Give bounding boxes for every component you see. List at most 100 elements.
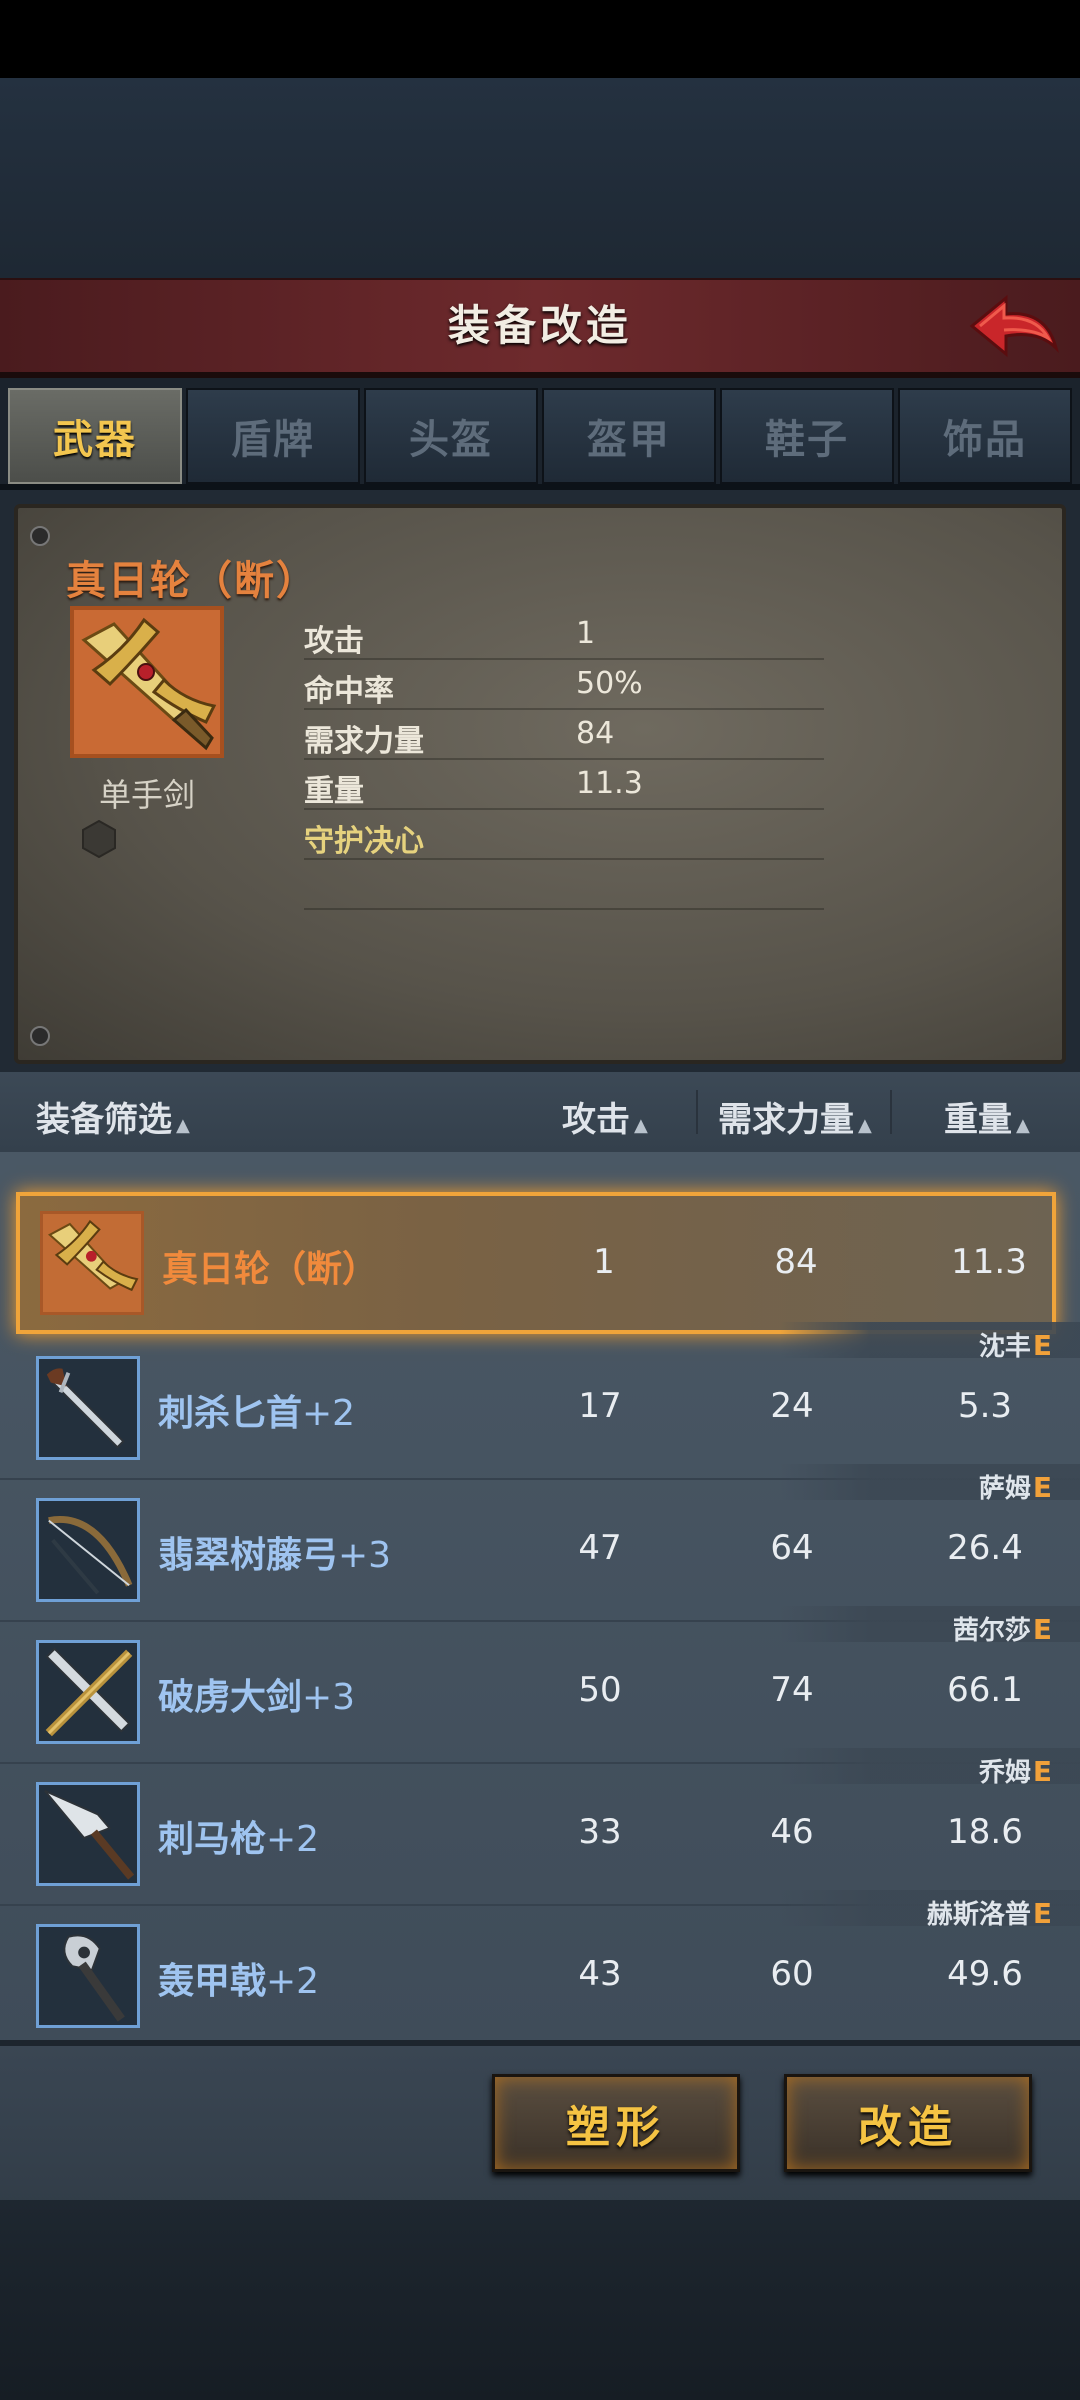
row-name-text: 破虏大剑: [158, 1677, 303, 1718]
tab-shoes[interactable]: 鞋子: [720, 388, 894, 484]
greatsword-icon: [45, 1647, 133, 1737]
row-strength: 60: [770, 1954, 814, 1994]
grade-badge: E: [1032, 1471, 1052, 1504]
upgrade-level: +2: [266, 1819, 320, 1860]
item-name: 真日轮（断）: [66, 558, 318, 604]
row-strength: 74: [770, 1670, 814, 1710]
stat-label: 攻击: [304, 624, 364, 659]
row-attack: 17: [578, 1386, 622, 1426]
weight-header-label: 重量: [944, 1100, 1012, 1140]
page-title: 装备改造: [447, 301, 632, 350]
owner-name: 萨姆: [978, 1474, 1031, 1504]
upgrade-level: +3: [338, 1535, 392, 1576]
grade-badge: E: [1032, 1755, 1052, 1788]
tab-accessory[interactable]: 饰品: [898, 388, 1072, 484]
row-attack: 43: [578, 1954, 622, 1994]
row-attack: 1: [593, 1242, 615, 1282]
list-item[interactable]: 茜尔莎E 破虏大剑+3 50 74 66.1: [0, 1606, 1080, 1764]
item-icon: [70, 606, 224, 758]
row-name: 刺杀匕首+2: [158, 1384, 355, 1436]
title-bar: 装备改造: [0, 278, 1080, 378]
stat-label: 重量: [304, 774, 364, 809]
stat-row-skill: 守护决心: [304, 808, 824, 860]
row-icon: [36, 1356, 140, 1460]
top-background: [0, 78, 1080, 278]
category-tabs: 武器 盾牌 头盔 盔甲 鞋子 饰品: [8, 388, 1072, 484]
row-icon: [40, 1211, 144, 1315]
back-arrow-icon: [969, 294, 1059, 358]
stat-row-weight: 重量 11.3: [304, 758, 824, 810]
owner-label: 乔姆E: [979, 1752, 1052, 1789]
row-weight: 5.3: [957, 1386, 1013, 1426]
rivet-icon: [30, 526, 50, 546]
modify-button[interactable]: 改造: [784, 2074, 1032, 2172]
sort-triangle-icon: ▲: [858, 1115, 872, 1136]
row-weight: 49.6: [947, 1954, 1023, 1994]
rivet-icon: [30, 1026, 50, 1046]
weight-sort-button[interactable]: 重量 ▲: [944, 1092, 1030, 1141]
list-item[interactable]: 赫斯洛普E 轰甲戟+2 43 60 49.6: [0, 1890, 1080, 2048]
item-type: 单手剑: [98, 776, 195, 814]
row-weight: 18.6: [947, 1812, 1023, 1852]
row-strength: 64: [770, 1528, 814, 1568]
row-name: 刺马枪+2: [158, 1810, 319, 1862]
row-name-text: 刺马枪: [158, 1819, 267, 1860]
tab-label: 武器: [53, 417, 137, 463]
tab-armor[interactable]: 盔甲: [542, 388, 716, 484]
tab-shield[interactable]: 盾牌: [186, 388, 360, 484]
owner-name: 茜尔莎: [952, 1616, 1031, 1646]
list-item[interactable]: 乔姆E 刺马枪+2 33 46 18.6: [0, 1748, 1080, 1906]
upgrade-level: +3: [302, 1677, 356, 1718]
list-item[interactable]: 沈丰E 刺杀匕首+2 17 24 5.3: [0, 1322, 1080, 1480]
list-item[interactable]: 萨姆E 翡翠树藤弓+3 47 64 26.4: [0, 1464, 1080, 1622]
tab-label: 盾牌: [231, 417, 315, 463]
row-name-text: 轰甲戟: [158, 1961, 267, 2002]
back-button[interactable]: [966, 290, 1062, 362]
attack-header-label: 攻击: [562, 1100, 630, 1140]
bottom-background: [0, 2200, 1080, 2400]
owner-name: 沈丰: [978, 1332, 1031, 1362]
row-attack: 47: [578, 1528, 622, 1568]
row-name: 真日轮（断）: [162, 1249, 379, 1290]
owner-name: 乔姆: [978, 1758, 1031, 1788]
tab-helmet[interactable]: 头盔: [364, 388, 538, 484]
strength-sort-button[interactable]: 需求力量 ▲: [718, 1092, 872, 1141]
filter-label: 装备筛选: [36, 1100, 172, 1140]
attack-sort-button[interactable]: 攻击 ▲: [562, 1092, 648, 1141]
reshape-button[interactable]: 塑形: [492, 2074, 740, 2172]
list-item-selected[interactable]: 真日轮（断） 1 84 11.3: [16, 1192, 1056, 1334]
stat-value: 1: [576, 616, 596, 651]
grade-badge: E: [1032, 1897, 1052, 1930]
stat-row-attack: 攻击 1: [304, 608, 824, 660]
upgrade-level: +2: [266, 1961, 320, 2002]
stat-value: 11.3: [576, 766, 643, 801]
gem-slot-icon: [82, 820, 116, 858]
row-weight: 66.1: [947, 1670, 1023, 1710]
dagger-icon: [46, 1368, 125, 1449]
sort-triangle-icon: ▲: [634, 1115, 648, 1136]
sword-icon: [74, 610, 220, 754]
sort-triangle-icon: ▲: [176, 1115, 190, 1136]
row-weight: 11.3: [951, 1242, 1027, 1282]
strength-header-label: 需求力量: [718, 1100, 854, 1140]
skill-label[interactable]: 守护决心: [304, 816, 424, 860]
row-name: 轰甲戟+2: [158, 1952, 319, 2004]
filter-sort-button[interactable]: 装备筛选 ▲: [36, 1092, 190, 1141]
row-name: 翡翠树藤弓+3: [158, 1526, 391, 1578]
header-divider: [890, 1090, 892, 1134]
tab-weapon[interactable]: 武器: [8, 388, 182, 484]
row-name: 破虏大剑+3: [158, 1668, 355, 1720]
owner-label: 赫斯洛普E: [927, 1894, 1052, 1931]
row-icon: [36, 1640, 140, 1744]
owner-name: 赫斯洛普: [926, 1900, 1031, 1930]
owner-label: 沈丰E: [979, 1326, 1052, 1363]
status-bar-area: [0, 0, 1080, 78]
row-icon: [36, 1782, 140, 1886]
modify-label: 改造: [858, 2102, 958, 2153]
stat-value: 50%: [576, 666, 643, 701]
row-icon: [36, 1498, 140, 1602]
row-strength: 84: [774, 1242, 818, 1282]
stat-label: 需求力量: [304, 724, 424, 759]
tab-label: 盔甲: [587, 417, 671, 463]
row-strength: 46: [770, 1812, 814, 1852]
